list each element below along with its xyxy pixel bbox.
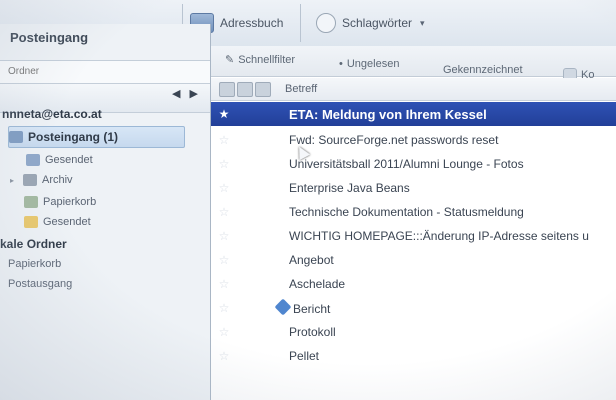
- folder-archive[interactable]: ▸ Archiv: [10, 170, 73, 190]
- table-row[interactable]: ☆ Pellet: [211, 344, 616, 368]
- archive-icon: [23, 174, 37, 186]
- table-row[interactable]: ☆ WICHTIG HOMEPAGE:::Änderung IP-Adresse…: [211, 224, 616, 248]
- expand-icon[interactable]: ▸: [10, 176, 18, 185]
- star-icon[interactable]: ☆: [211, 253, 237, 267]
- folder-search: [0, 60, 210, 84]
- filter-unread-label: Ungelesen: [346, 58, 400, 70]
- star-icon[interactable]: ☆: [211, 205, 237, 219]
- folder-label: Papierkorb: [43, 196, 97, 208]
- tags-button[interactable]: Schlagwörter ▾: [316, 8, 425, 38]
- star-icon[interactable]: ☆: [211, 181, 237, 195]
- app-window: Adressbuch Schlagwörter ▾ Posteingang ◀ …: [0, 0, 616, 400]
- trash-icon: [24, 196, 38, 208]
- toolbar-separator: [300, 4, 301, 42]
- column-header-row: Betreff: [211, 78, 616, 101]
- folder-label: Posteingang (1): [28, 130, 119, 144]
- star-icon[interactable]: ★: [211, 107, 237, 121]
- message-subject: Enterprise Java Beans: [289, 181, 410, 195]
- message-subject: Bericht: [293, 301, 331, 316]
- filter-flagged-button[interactable]: Gekennzeichnet: [443, 64, 523, 76]
- subject-column-header[interactable]: Betreff: [285, 83, 317, 95]
- table-row[interactable]: ☆ Enterprise Java Beans: [211, 176, 616, 200]
- folder-sent-local[interactable]: Gesendet: [24, 212, 91, 232]
- folder-nav-arrows-icon[interactable]: ◀ ▶: [172, 87, 201, 100]
- message-subject-wrap: Bericht: [237, 298, 331, 316]
- message-subject: WICHTIG HOMEPAGE:::Änderung IP-Adresse s…: [289, 229, 589, 243]
- folder-sent[interactable]: Gesendet: [26, 150, 93, 170]
- table-row[interactable]: ☆ Angebot: [211, 248, 616, 272]
- folder-label: Postausgang: [8, 278, 73, 290]
- quick-filter-label: Schnellfilter: [238, 53, 296, 66]
- folder-local-trash[interactable]: Papierkorb: [8, 254, 61, 274]
- message-pane: ✎ Schnellfilter • Ungelesen Gekennzeichn…: [211, 46, 616, 400]
- table-row[interactable]: ★ ETA: Meldung von Ihrem Kessel: [211, 102, 616, 126]
- star-icon[interactable]: ☆: [211, 229, 237, 243]
- table-row[interactable]: ☆ Fwd: SourceForge.net passwords reset: [211, 128, 616, 152]
- message-subject: Fwd: SourceForge.net passwords reset: [289, 133, 499, 147]
- folder-label: Archiv: [42, 174, 73, 186]
- account-label: nnneta@eta.co.at: [2, 107, 102, 121]
- page-title: Posteingang: [10, 30, 89, 45]
- table-row[interactable]: ☆ Protokoll: [211, 320, 616, 344]
- folder-icon: [24, 216, 38, 228]
- star-column-icon[interactable]: [237, 82, 253, 97]
- dot-icon: •: [339, 58, 343, 70]
- star-icon[interactable]: ☆: [211, 133, 237, 147]
- star-icon[interactable]: ☆: [211, 325, 237, 339]
- message-subject: Aschelade: [289, 277, 346, 291]
- address-book-label: Adressbuch: [220, 16, 284, 30]
- local-folders-node[interactable]: kale Ordner: [0, 234, 67, 254]
- folder-label: Gesendet: [43, 216, 91, 228]
- star-icon[interactable]: ☆: [211, 349, 237, 363]
- message-subject: Pellet: [289, 349, 320, 363]
- message-subject: Technische Dokumentation - Statusmeldung: [289, 205, 524, 219]
- filter-flagged-label: Gekennzeichnet: [443, 64, 523, 76]
- folder-search-input[interactable]: [6, 65, 190, 78]
- star-icon[interactable]: ☆: [211, 301, 237, 315]
- message-subject: ETA: Meldung von Ihrem Kessel: [289, 106, 487, 122]
- folder-trash[interactable]: Papierkorb: [24, 192, 96, 212]
- table-row[interactable]: ☆ Bericht: [211, 296, 616, 320]
- tag-icon: [316, 13, 336, 33]
- folder-pane: Posteingang ◀ ▶ nnneta@eta.co.at Postein…: [0, 24, 211, 400]
- message-subject: Protokoll: [289, 325, 336, 339]
- folder-label: Papierkorb: [8, 258, 62, 270]
- message-subject: Angebot: [289, 253, 334, 267]
- folder-inbox[interactable]: Posteingang (1): [8, 126, 185, 148]
- quick-filter-bar: ✎ Schnellfilter • Ungelesen Gekennzeichn…: [211, 46, 616, 82]
- attachment-column-icon[interactable]: [255, 82, 271, 97]
- folder-outbox[interactable]: Postausgang: [8, 274, 72, 294]
- thread-column-icon[interactable]: [219, 82, 235, 97]
- inbox-icon: [9, 131, 23, 143]
- message-subject: Universitätsball 2011/Alumni Lounge - Fo…: [289, 157, 524, 171]
- folder-label: Gesendet: [45, 154, 93, 166]
- account-node[interactable]: nnneta@eta.co.at: [2, 104, 102, 124]
- tags-label: Schlagwörter: [342, 16, 413, 30]
- star-icon[interactable]: ☆: [211, 157, 237, 171]
- quick-filter-toggle[interactable]: ✎ Schnellfilter: [225, 53, 296, 67]
- attachment-icon: [274, 298, 292, 315]
- filter-pin-icon: ✎: [225, 54, 235, 66]
- table-row[interactable]: ☆ Universitätsball 2011/Alumni Lounge - …: [211, 152, 616, 176]
- local-folders-label: kale Ordner: [0, 237, 67, 251]
- table-row[interactable]: ☆ Aschelade: [211, 272, 616, 296]
- chevron-down-icon: ▾: [420, 17, 425, 28]
- table-row[interactable]: ☆ Technische Dokumentation - Statusmeldu…: [211, 200, 616, 224]
- filter-unread-button[interactable]: • Ungelesen: [339, 58, 399, 70]
- sent-icon: [26, 154, 40, 166]
- star-icon[interactable]: ☆: [211, 277, 237, 291]
